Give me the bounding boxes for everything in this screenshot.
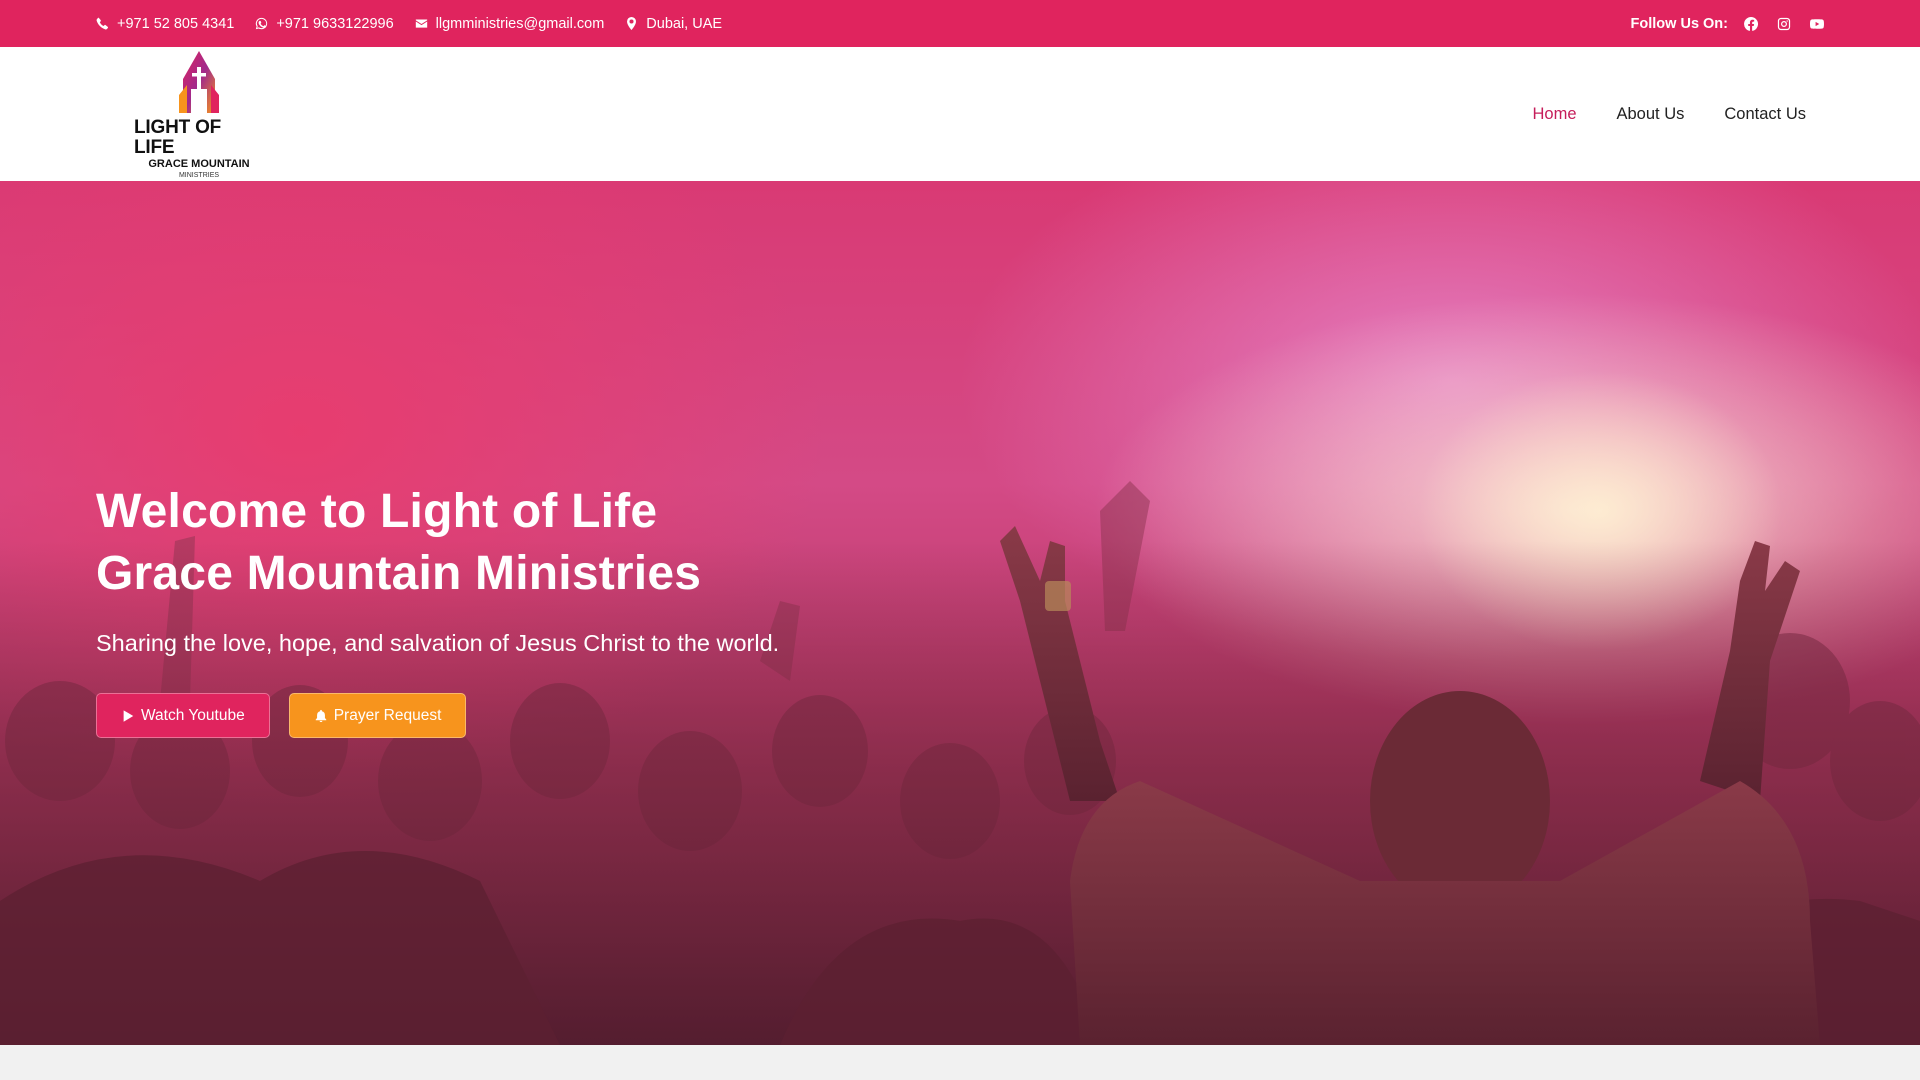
email-contact[interactable]: llgmministries@gmail.com xyxy=(415,15,605,32)
logo-subtitle: GRACE MOUNTAIN xyxy=(148,157,250,170)
location-contact: Dubai, UAE xyxy=(625,16,722,32)
nav-contact-us[interactable]: Contact Us xyxy=(1724,105,1806,124)
hero-banner: Welcome to Light of Life Grace Mountain … xyxy=(0,181,1920,1045)
play-icon xyxy=(123,709,134,722)
location-text: Dubai, UAE xyxy=(646,15,723,32)
social-icons xyxy=(1744,16,1824,31)
instagram-icon[interactable] xyxy=(1777,17,1791,31)
contact-list: +971 52 805 4341 +971 9633122996 llgmmin… xyxy=(96,16,722,32)
church-logo-icon xyxy=(179,50,219,113)
bell-icon xyxy=(315,709,326,722)
site-header: LIGHT OF LIFE GRACE MOUNTAIN MINISTRIES … xyxy=(0,47,1920,181)
hero-subtitle: Sharing the love, hope, and salvation of… xyxy=(96,630,780,656)
watch-youtube-button[interactable]: Watch Youtube xyxy=(96,693,270,738)
hero-title-line2: Grace Mountain Ministries xyxy=(96,547,702,600)
section-divider xyxy=(0,1045,1920,1080)
hero-content: Welcome to Light of Life Grace Mountain … xyxy=(96,481,779,738)
whatsapp-contact[interactable]: +971 9633122996 xyxy=(255,15,394,32)
logo-title: LIGHT OF LIFE xyxy=(134,116,222,158)
phone-contact[interactable]: +971 52 805 4341 xyxy=(96,16,234,32)
site-logo[interactable]: LIGHT OF LIFE GRACE MOUNTAIN MINISTRIES xyxy=(134,49,264,180)
nav-about-us[interactable]: About Us xyxy=(1617,105,1685,124)
whatsapp-icon xyxy=(256,17,268,30)
phone-icon xyxy=(96,17,109,30)
top-contact-bar: +971 52 805 4341 +971 9633122996 llgmmin… xyxy=(0,0,1920,47)
main-nav: Home About Us Contact Us xyxy=(1532,105,1806,124)
logo-tagline: MINISTRIES xyxy=(178,171,220,179)
nav-home[interactable]: Home xyxy=(1532,105,1576,124)
facebook-icon[interactable] xyxy=(1744,16,1758,31)
map-pin-icon xyxy=(627,17,637,30)
whatsapp-number: +971 9633122996 xyxy=(276,15,394,32)
prayer-request-button[interactable]: Prayer Request xyxy=(288,693,467,738)
watch-youtube-label: Watch Youtube xyxy=(141,706,245,724)
prayer-request-label: Prayer Request xyxy=(333,706,442,724)
email-address: llgmministries@gmail.com xyxy=(435,15,605,32)
phone-number: +971 52 805 4341 xyxy=(117,15,235,32)
hero-buttons: Watch Youtube Prayer Request xyxy=(96,693,779,738)
hero-title-line1: Welcome to Light of Life xyxy=(96,485,658,538)
youtube-icon[interactable] xyxy=(1810,17,1824,31)
social-follow: Follow Us On: xyxy=(1631,16,1824,32)
follow-label: Follow Us On: xyxy=(1630,15,1728,32)
envelope-icon xyxy=(415,19,427,28)
hero-title: Welcome to Light of Life Grace Mountain … xyxy=(96,481,779,605)
